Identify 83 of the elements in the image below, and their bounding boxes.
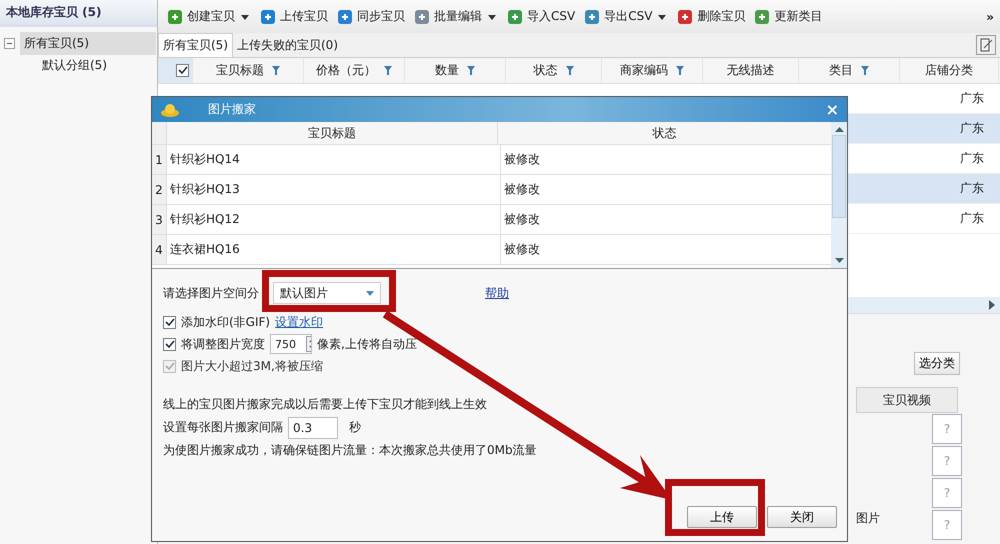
column-header[interactable]: 状态 xyxy=(534,62,574,79)
column-header[interactable]: 类目 xyxy=(829,62,869,79)
scroll-down-icon[interactable] xyxy=(834,258,844,264)
toolbar-button[interactable]: 同步宝贝 xyxy=(334,6,408,27)
interval-field[interactable]: 0.3 xyxy=(288,416,338,438)
column-header: 状态 xyxy=(652,124,678,142)
toolbar-button[interactable]: 创建宝贝 xyxy=(164,6,254,27)
row-number: 1 xyxy=(152,145,167,174)
column-header: 宝贝标题 xyxy=(167,122,498,144)
checkbox-label: 将调整图片宽度 xyxy=(181,336,265,352)
table-cell-text: 广东 xyxy=(960,180,985,197)
scroll-thumb[interactable] xyxy=(832,135,846,218)
info-text: 线上的宝贝图片搬家完成以后需要上传下宝贝才能到线上生效 xyxy=(163,396,488,413)
toolbar-button[interactable]: 批量编辑 xyxy=(411,6,501,27)
width-spinner[interactable]: 750 xyxy=(270,334,312,354)
table-cell-text: 广东 xyxy=(960,90,985,107)
caret-icon xyxy=(658,12,666,20)
dialog-button[interactable]: 上传 xyxy=(687,506,757,528)
image-label: 图片 xyxy=(856,510,880,527)
table-cell-text: 广东 xyxy=(960,150,985,167)
watermark-link[interactable]: 设置水印 xyxy=(275,314,324,330)
table-cell: 针织衫HQ14 xyxy=(167,145,501,174)
dialog-title: 图片搬家 xyxy=(208,101,256,118)
tree-item[interactable]: 所有宝贝(5) xyxy=(20,32,156,54)
table-cell: 针织衫HQ13 xyxy=(167,175,501,204)
dialog-button[interactable]: 关闭 xyxy=(767,506,837,528)
usage-text: 为使图片搬家成功，请确保链图片流量：本次搬家总共使用了0Mb流量 xyxy=(163,442,538,459)
table-cell-text: 被修改 xyxy=(503,181,541,198)
filter-icon[interactable] xyxy=(384,66,392,75)
column-header[interactable]: 店铺分类 xyxy=(925,62,973,79)
more-button[interactable]: » xyxy=(986,10,994,24)
unit-label: 像素,上传将自动压 xyxy=(317,336,417,352)
column-header[interactable]: 无线描述 xyxy=(726,62,774,79)
help-link[interactable]: 帮助 xyxy=(485,284,509,302)
table-cell: 针织衫HQ12 xyxy=(167,205,501,234)
toolbar-button[interactable]: 导入CSV xyxy=(504,6,578,27)
column-header[interactable]: 价格（元） xyxy=(316,62,392,79)
caret-icon xyxy=(488,12,496,20)
row-number: 4 xyxy=(152,235,167,264)
hat-icon xyxy=(160,102,180,118)
checkbox[interactable] xyxy=(163,316,176,328)
checkbox[interactable] xyxy=(163,338,176,350)
unit-label: 秒 xyxy=(349,419,361,436)
row-number: 2 xyxy=(152,175,167,204)
table-cell: 连衣裙HQ16 xyxy=(167,235,501,264)
filter-icon[interactable] xyxy=(467,66,475,75)
category-button[interactable]: 选分类 xyxy=(914,352,960,375)
table-cell-text: 广东 xyxy=(960,120,985,137)
edit-icon[interactable] xyxy=(976,35,996,55)
close-button[interactable]: × xyxy=(826,100,839,119)
table-cell-text: 被修改 xyxy=(503,151,541,168)
checkbox-label: 图片大小超过3M,将被压缩 xyxy=(181,358,323,374)
scrollbar[interactable] xyxy=(831,122,847,268)
toolbar-button[interactable]: 删除宝贝 xyxy=(674,6,748,27)
filter-icon[interactable] xyxy=(676,66,684,75)
table-cell-text: 广东 xyxy=(960,210,985,227)
column-header[interactable]: 宝贝标题 xyxy=(216,62,280,79)
tab[interactable]: 宝贝视频 xyxy=(856,387,958,413)
table-cell-text: 被修改 xyxy=(503,211,541,228)
column-header[interactable]: 商家编码 xyxy=(620,62,684,79)
field-label: 请选择图片空间分 xyxy=(163,284,259,302)
tab[interactable]: 上传失败的宝贝(0) xyxy=(233,34,342,57)
table-cell-text: 被修改 xyxy=(503,241,541,258)
collapse-icon[interactable] xyxy=(4,38,15,48)
checkbox[interactable] xyxy=(176,64,190,78)
filter-icon[interactable] xyxy=(566,66,574,75)
filter-icon[interactable] xyxy=(272,66,280,75)
filter-icon[interactable] xyxy=(861,66,869,75)
tab[interactable]: 所有宝贝(5) xyxy=(158,33,233,57)
caret-icon xyxy=(241,12,249,20)
toolbar-button[interactable]: 导出CSV xyxy=(581,6,672,27)
tree-item[interactable]: 默认分组(5) xyxy=(38,54,111,76)
field-label: 设置每张图片搬家间隔 xyxy=(163,419,283,436)
add-icon xyxy=(167,8,183,24)
toolbar-button[interactable]: 上传宝贝 xyxy=(257,6,331,27)
scroll-right-icon[interactable] xyxy=(988,300,996,310)
sidebar-title: 本地库存宝贝 (5) xyxy=(0,0,157,27)
row-number: 3 xyxy=(152,205,167,234)
category-dropdown[interactable]: 默认图片 xyxy=(273,282,381,304)
toolbar-button[interactable]: 更新类目 xyxy=(751,6,826,27)
scroll-up-icon[interactable] xyxy=(834,126,844,132)
checkbox-label: 添加水印(非GIF) xyxy=(181,314,270,330)
column-header[interactable]: 数量 xyxy=(435,62,475,79)
